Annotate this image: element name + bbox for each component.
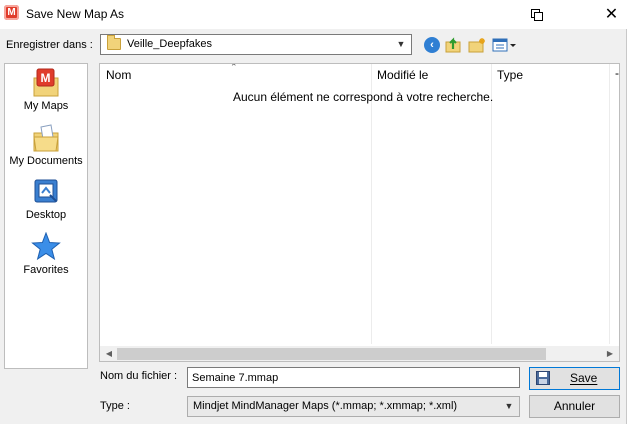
filetype-value: Mindjet MindManager Maps (*.mmap; *.xmma… [193, 400, 458, 412]
background-window-edge [627, 0, 631, 424]
column-header-modified[interactable]: Modifié le [377, 68, 428, 90]
scrollbar-thumb[interactable] [117, 348, 546, 360]
back-icon: ‹ [424, 37, 440, 53]
save-button-label: Save [570, 371, 598, 385]
chevron-down-icon: ▼ [396, 39, 406, 49]
window-title: Save New Map As [26, 7, 125, 21]
save-in-label: Enregistrer dans : [6, 39, 93, 51]
scroll-left-icon[interactable]: ◀ [102, 346, 116, 361]
column-header-more[interactable]: - [615, 66, 619, 88]
floppy-disk-icon [536, 371, 550, 385]
horizontal-scrollbar[interactable]: ◀ ▶ [100, 346, 619, 361]
restore-button[interactable] [520, 0, 550, 29]
place-label: Favorites [23, 264, 69, 276]
new-folder-icon [468, 38, 485, 53]
view-menu-icon [492, 38, 516, 52]
sort-ascending-icon: ⌃ [230, 63, 238, 72]
place-desktop[interactable]: Desktop [5, 177, 87, 229]
filetype-dropdown[interactable]: Mindjet MindManager Maps (*.mmap; *.xmma… [187, 396, 520, 417]
places-bar: M My Maps My Documents Desktop Favorites [4, 63, 88, 369]
column-divider [609, 64, 610, 344]
save-in-value: Veille_Deepfakes [127, 38, 213, 50]
restore-icon-front [534, 12, 543, 21]
filename-input[interactable] [187, 367, 520, 388]
column-divider [491, 64, 492, 344]
save-dialog: M Save New Map As ✕ Enregistrer dans : V… [0, 0, 627, 424]
favorites-icon [31, 232, 61, 261]
place-my-maps[interactable]: M My Maps [5, 68, 87, 120]
up-folder-button[interactable] [444, 36, 464, 54]
column-header-type[interactable]: Type [497, 68, 523, 90]
view-menu-button[interactable] [491, 36, 519, 54]
svg-text:M: M [41, 71, 51, 85]
new-folder-button[interactable] [467, 36, 487, 54]
up-folder-icon [445, 37, 461, 53]
scroll-right-icon[interactable]: ▶ [603, 346, 617, 361]
place-label: Desktop [25, 209, 67, 221]
folder-icon [107, 35, 121, 50]
place-label: My Documents [9, 155, 83, 167]
my-maps-icon: M [33, 68, 59, 97]
empty-message: Aucun élément ne correspond à votre rech… [233, 90, 494, 104]
cancel-button[interactable]: Annuler [529, 395, 620, 418]
close-button[interactable]: ✕ [596, 0, 627, 29]
column-divider [371, 64, 372, 344]
chevron-down-icon: ▼ [504, 401, 514, 411]
filename-label: Nom du fichier : [100, 370, 178, 382]
title-bar: M Save New Map As ✕ [0, 0, 627, 29]
mindmanager-app-icon: M [4, 5, 19, 20]
save-in-dropdown[interactable]: Veille_Deepfakes ▼ [100, 34, 412, 55]
place-my-documents[interactable]: My Documents [5, 123, 87, 175]
my-documents-icon [33, 124, 59, 152]
place-favorites[interactable]: Favorites [5, 232, 87, 284]
column-header-name[interactable]: Nom [106, 68, 131, 90]
filetype-label: Type : [100, 400, 130, 412]
save-button[interactable]: Save [529, 367, 620, 390]
file-list[interactable]: Nom ⌃ Modifié le Type - Aucun élément ne… [99, 63, 620, 362]
back-button[interactable]: ‹ [422, 36, 442, 54]
desktop-icon [34, 179, 58, 203]
place-label: My Maps [23, 100, 69, 112]
